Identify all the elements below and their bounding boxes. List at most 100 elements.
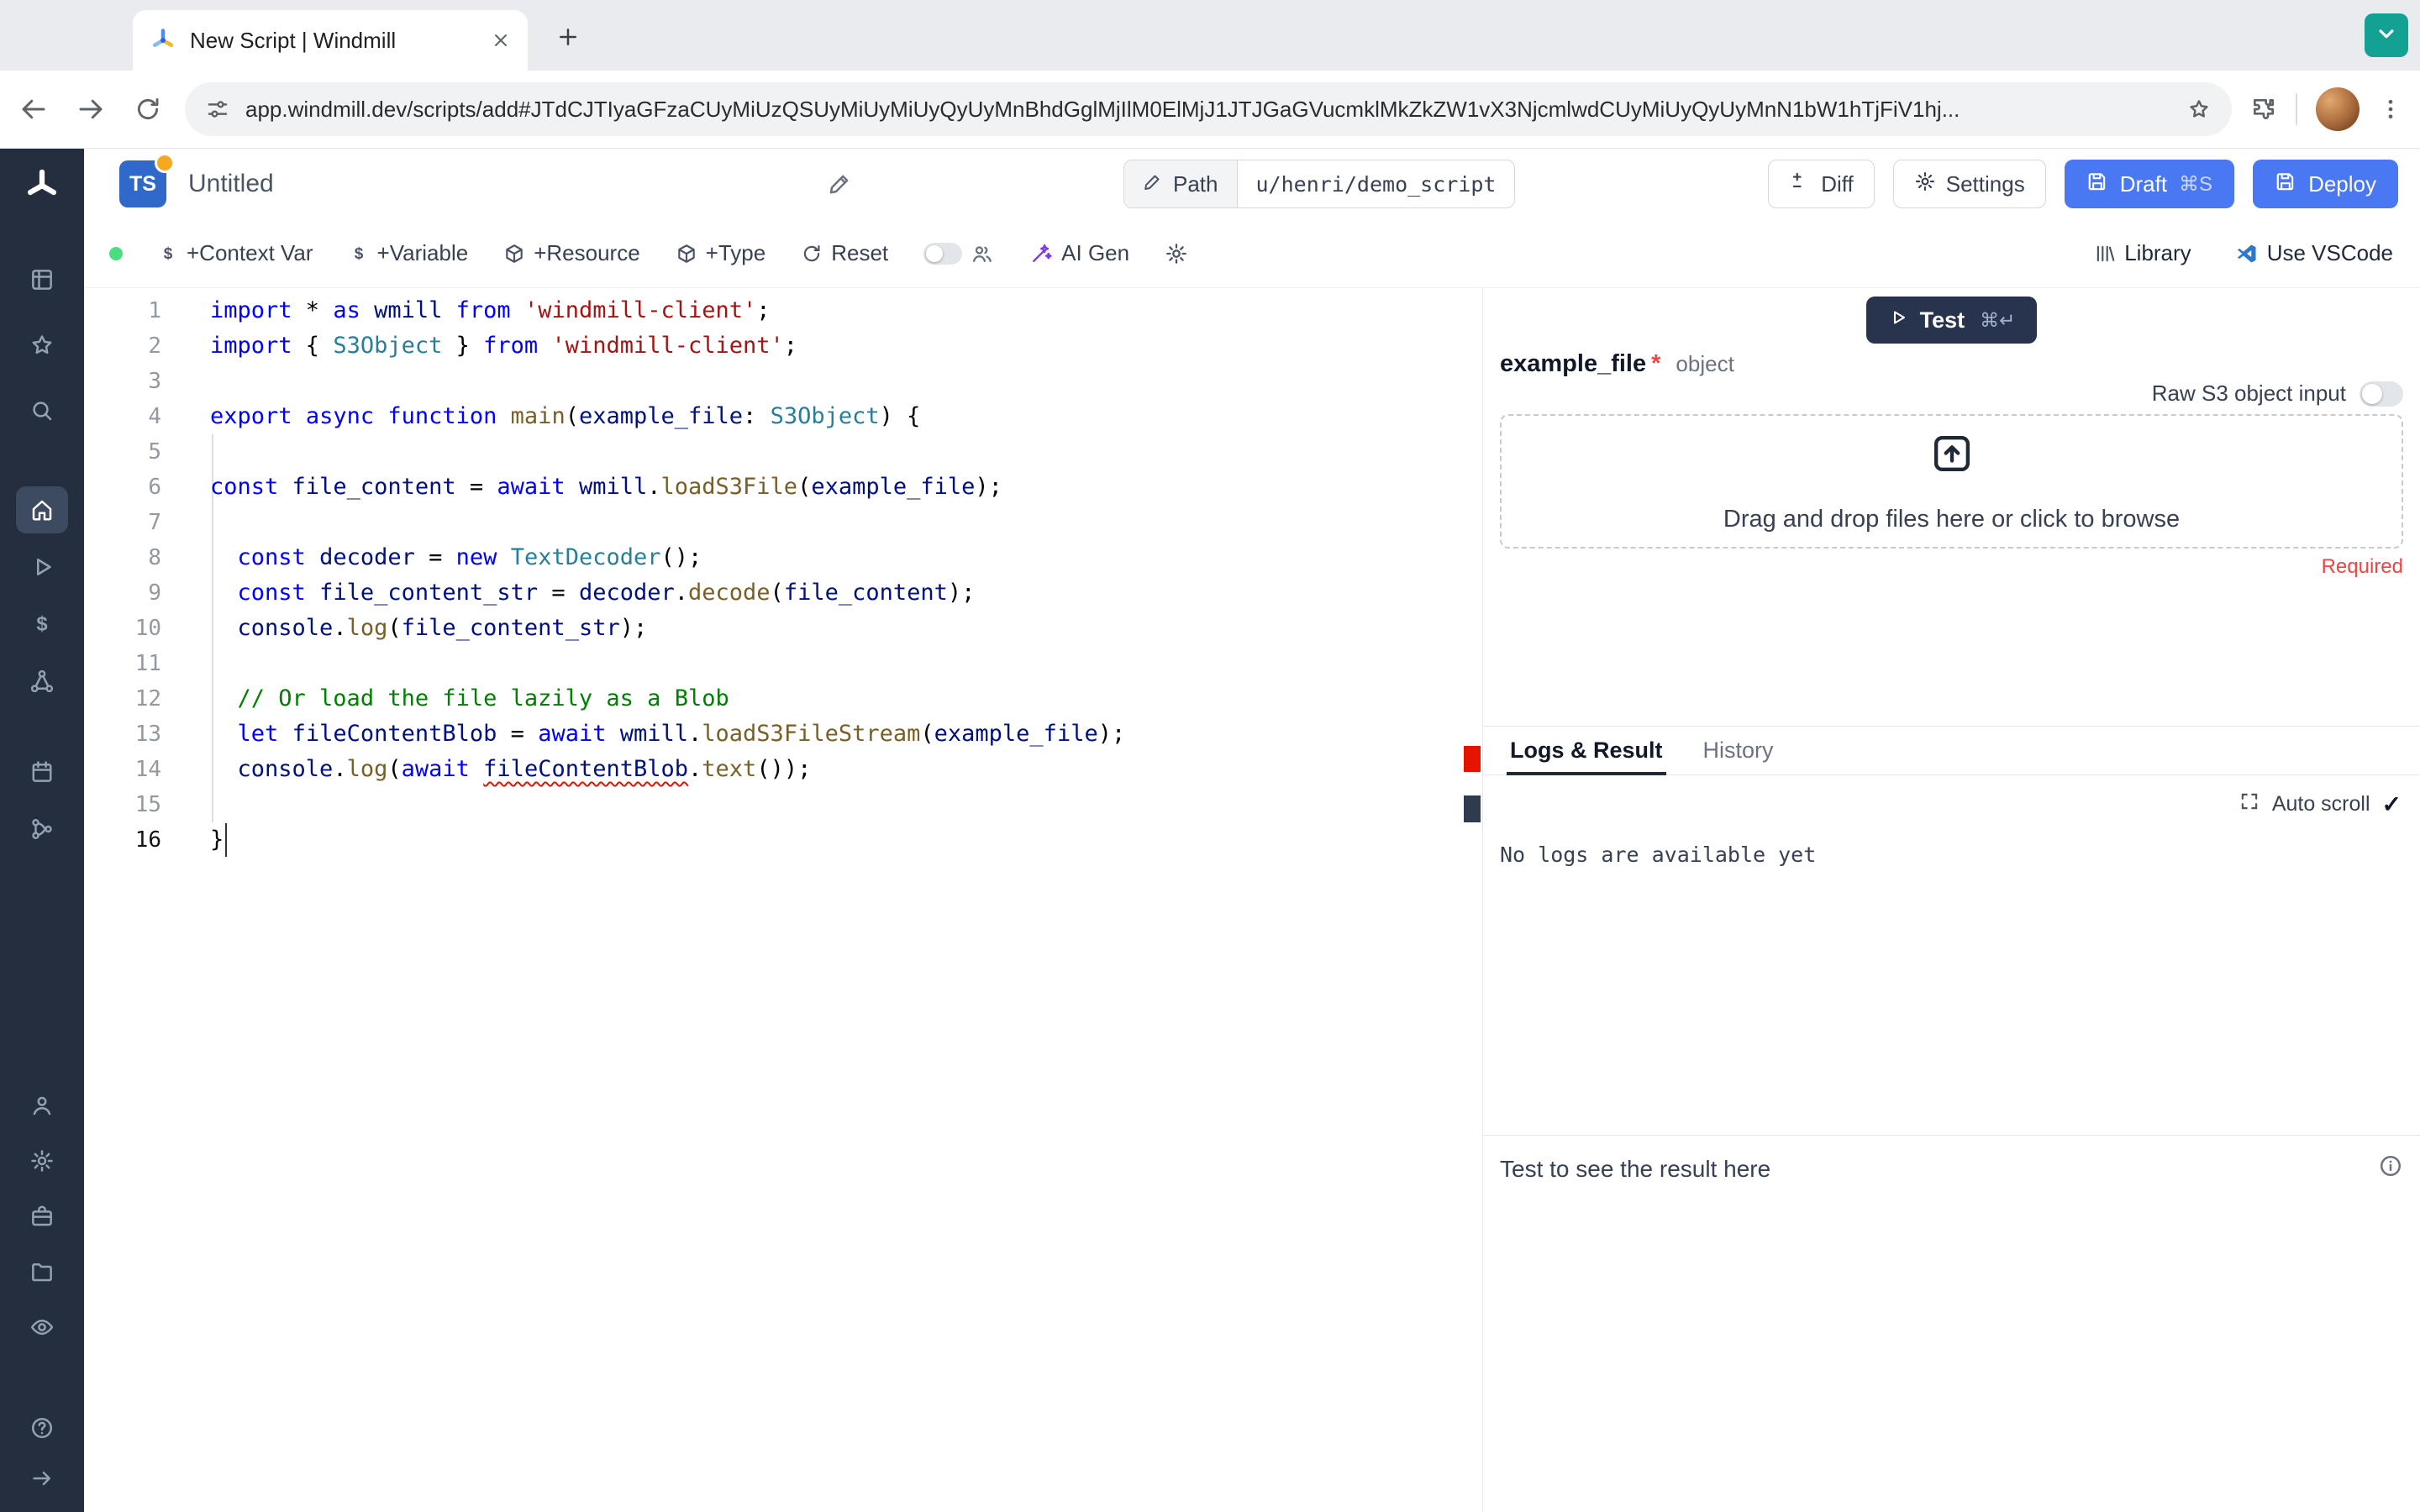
new-tab-button[interactable] xyxy=(548,17,588,57)
check-icon: ✓ xyxy=(2381,791,2402,817)
dollar-icon: $ xyxy=(158,244,178,264)
code-line: import * as wmill from 'windmill-client'… xyxy=(210,297,771,323)
error-overview-mark xyxy=(1464,746,1481,772)
test-button[interactable]: Test ⌘↵ xyxy=(1865,297,2038,344)
package-icon xyxy=(503,243,525,265)
svg-text:$: $ xyxy=(36,613,47,636)
workers-icon[interactable] xyxy=(16,1193,68,1240)
sidebar-group xyxy=(16,256,68,434)
raw-s3-label: Raw S3 object input xyxy=(2151,381,2346,406)
line-number: 1 xyxy=(148,298,161,323)
raw-s3-toggle[interactable] xyxy=(2360,381,2403,407)
logs-empty-text: No logs are available yet xyxy=(1500,843,1817,867)
test-shortcut: ⌘↵ xyxy=(1980,308,2016,331)
info-icon[interactable] xyxy=(2378,1153,2403,1184)
settings-icon[interactable] xyxy=(16,1137,68,1184)
add-type-button[interactable]: +Type xyxy=(676,240,765,266)
add-context-var-button[interactable]: $ +Context Var xyxy=(158,240,313,266)
reset-label: Reset xyxy=(831,240,889,265)
header-actions: Diff Settings Draft ⌘S Deploy xyxy=(1768,160,2398,208)
argument-name: example_file xyxy=(1500,350,1647,377)
refresh-icon xyxy=(801,243,823,265)
svg-text:$: $ xyxy=(354,245,363,263)
folders-icon[interactable] xyxy=(16,1248,68,1295)
back-button[interactable] xyxy=(10,86,57,133)
deploy-icon xyxy=(2275,171,2296,198)
windmill-favicon xyxy=(150,27,176,54)
flows-icon[interactable] xyxy=(16,806,68,853)
sidebar: $ xyxy=(0,149,84,1512)
auto-scroll-control[interactable]: Auto scroll ✓ xyxy=(2238,790,2402,818)
schedules-icon[interactable] xyxy=(16,748,68,795)
auto-scroll-label: Auto scroll xyxy=(2271,792,2370,816)
tab-logs-result[interactable]: Logs & Result xyxy=(1507,727,1666,775)
search-icon[interactable] xyxy=(16,387,68,434)
upload-file-icon xyxy=(1928,429,1976,478)
reset-button[interactable]: Reset xyxy=(801,240,888,266)
browser-menu-icon[interactable] xyxy=(2378,97,2403,122)
package-icon xyxy=(676,243,697,265)
site-settings-icon[interactable] xyxy=(205,97,230,122)
edit-title-icon[interactable] xyxy=(828,171,853,200)
forward-button[interactable] xyxy=(67,86,114,133)
line-number: 10 xyxy=(134,616,161,641)
help-icon[interactable] xyxy=(16,1404,68,1452)
reload-button[interactable] xyxy=(124,86,171,133)
tab-history[interactable]: History xyxy=(1703,727,1774,774)
dollar-icon: $ xyxy=(349,244,369,264)
code-content: import * as wmill from 'windmill-client'… xyxy=(210,293,1125,858)
code-editor[interactable]: 1 2 3 4 5 6 7 8 9 10 11 12 13 14 15 16 import * as wmil… xyxy=(84,288,1482,1512)
path-chip[interactable]: Path u/henri/demo_script xyxy=(1123,160,1516,208)
code-line: console.log(file_content_str); xyxy=(237,615,648,641)
ai-gen-button[interactable]: AI Gen xyxy=(1029,240,1129,266)
lang-label: TS xyxy=(129,171,156,196)
apps-icon[interactable] xyxy=(16,256,68,303)
collab-toggle[interactable] xyxy=(923,242,963,265)
library-button[interactable]: Library xyxy=(2094,240,2191,266)
collapse-icon[interactable] xyxy=(16,1455,68,1502)
file-dropzone[interactable]: Drag and drop files here or click to bro… xyxy=(1500,414,2403,549)
resources-icon[interactable] xyxy=(16,658,68,705)
profile-avatar[interactable] xyxy=(2316,87,2360,131)
line-number: 12 xyxy=(134,686,161,711)
bookmark-star-icon[interactable] xyxy=(2186,97,2212,122)
draft-button[interactable]: Draft ⌘S xyxy=(2064,160,2235,208)
browser-tab[interactable]: New Script | Windmill xyxy=(133,10,528,71)
runs-icon[interactable] xyxy=(16,543,68,591)
diff-button[interactable]: Diff xyxy=(1768,160,1875,208)
use-vscode-button[interactable]: Use VSCode xyxy=(2235,240,2393,266)
code-line: const decoder = new TextDecoder(); xyxy=(237,544,702,570)
add-variable-button[interactable]: $ +Variable xyxy=(349,240,468,266)
edit-path-icon xyxy=(1143,171,1163,197)
extensions-icon[interactable] xyxy=(2250,96,2277,123)
user-icon[interactable] xyxy=(16,1082,68,1129)
settings-button[interactable]: Settings xyxy=(1892,160,2046,208)
url-bar[interactable]: app.windmill.dev/scripts/add#JTdCJTIyaGF… xyxy=(185,82,2232,136)
browser-dropdown-button[interactable] xyxy=(2365,13,2408,57)
script-title[interactable]: Untitled xyxy=(188,170,274,198)
audit-icon[interactable] xyxy=(16,1304,68,1351)
tab-close-icon[interactable] xyxy=(491,30,511,50)
variables-icon[interactable]: $ xyxy=(16,601,68,648)
sparkles-icon xyxy=(1029,242,1053,265)
add-resource-button[interactable]: +Resource xyxy=(503,240,640,266)
line-number: 8 xyxy=(148,545,161,570)
line-number: 13 xyxy=(134,722,161,747)
ai-gen-label: AI Gen xyxy=(1061,240,1130,265)
users-icon xyxy=(971,242,994,265)
favorites-icon[interactable] xyxy=(16,322,68,369)
deploy-button[interactable]: Deploy xyxy=(2253,160,2398,208)
sidebar-group xyxy=(16,1404,68,1502)
windmill-logo[interactable] xyxy=(18,162,66,209)
sidebar-group: $ xyxy=(16,486,68,705)
settings-label: Settings xyxy=(1945,171,2025,197)
logs-tabs: Logs & Result History xyxy=(1483,726,2420,775)
expand-icon xyxy=(2238,790,2260,818)
editor-settings-button[interactable] xyxy=(1165,242,1188,265)
home-icon[interactable] xyxy=(16,486,68,533)
gear-icon xyxy=(1914,171,1936,198)
